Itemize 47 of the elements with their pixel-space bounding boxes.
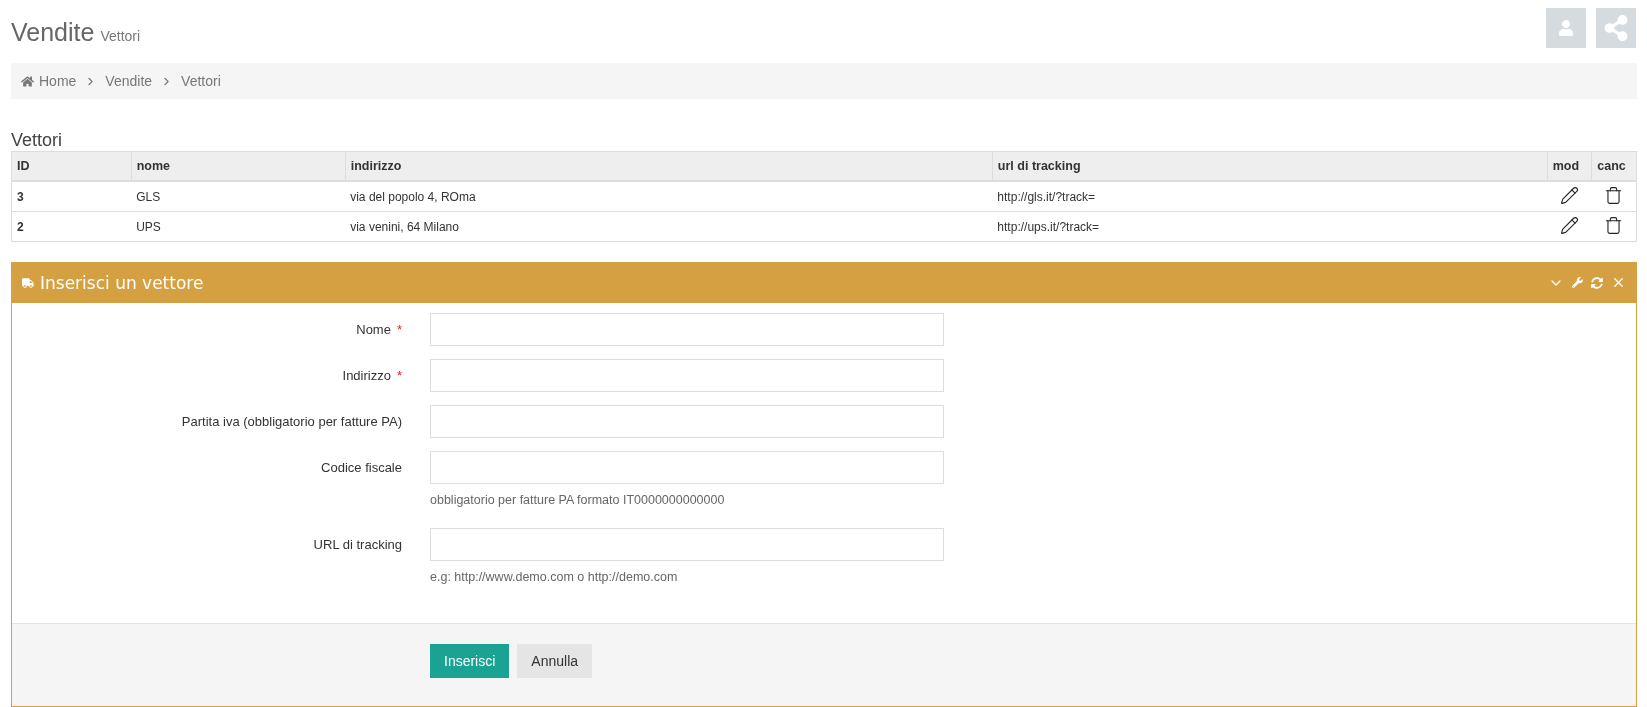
column-header: mod (1547, 151, 1592, 181)
field-label: Codice fiscale (320, 459, 402, 477)
table-cell: http://ups.it/?track= (992, 211, 1548, 242)
table-cell: via del popolo 4, ROma (345, 181, 993, 212)
input-field[interactable] (430, 313, 944, 346)
truck-icon (22, 276, 34, 289)
delete-icon[interactable] (1604, 185, 1624, 205)
panel-title: Inserisci un vettore (40, 272, 204, 293)
table-cell: UPS (131, 211, 346, 242)
input-field[interactable] (430, 359, 944, 392)
help-text: obbligatorio per fatture PA formato IT0000000000000 (430, 493, 726, 507)
reload-icon[interactable] (1591, 276, 1603, 289)
table-cell: GLS (131, 181, 346, 212)
required-mark: * (396, 368, 402, 383)
page-title: Vendite (11, 18, 95, 47)
input-field[interactable] (430, 528, 944, 561)
breadcrumb-link[interactable]: Home (21, 73, 77, 89)
field-label: URL di tracking (312, 536, 402, 554)
table-cell: via venini, 64 Milano (345, 211, 993, 242)
field-label: Indirizzo * (341, 367, 402, 385)
submit-button[interactable]: Inserisci (430, 644, 510, 678)
column-header: ID (11, 151, 132, 181)
close-icon[interactable] (1611, 275, 1626, 290)
table-cell: http://gls.it/?track= (992, 181, 1548, 212)
help-text: e.g: http://www.demo.com o http://demo.com (430, 570, 679, 584)
page-subtitle: Vettori (100, 28, 141, 44)
breadcrumb-link[interactable]: Vettori (181, 73, 221, 89)
table-cell: 2 (11, 211, 132, 242)
column-header: nome (131, 151, 346, 181)
cancel-button[interactable]: Annulla (517, 644, 593, 678)
wrench-icon[interactable] (1572, 277, 1583, 288)
section-title: Vettori (11, 129, 64, 151)
edit-icon[interactable] (1560, 185, 1579, 205)
field-label: Nome * (355, 321, 402, 339)
share-icon[interactable] (1596, 8, 1636, 48)
edit-icon[interactable] (1560, 215, 1579, 235)
required-mark: * (396, 322, 402, 337)
column-header: indirizzo (345, 151, 993, 181)
delete-icon[interactable] (1604, 215, 1624, 235)
field-label: Partita iva (obbligatorio per fatture PA) (180, 413, 402, 431)
home-icon (21, 74, 34, 88)
breadcrumb-link[interactable]: Vendite (105, 73, 153, 89)
table-cell: 3 (11, 181, 132, 212)
column-header: canc (1591, 151, 1637, 181)
input-field[interactable] (430, 405, 944, 438)
input-field[interactable] (430, 451, 944, 484)
column-header: url di tracking (992, 151, 1548, 181)
